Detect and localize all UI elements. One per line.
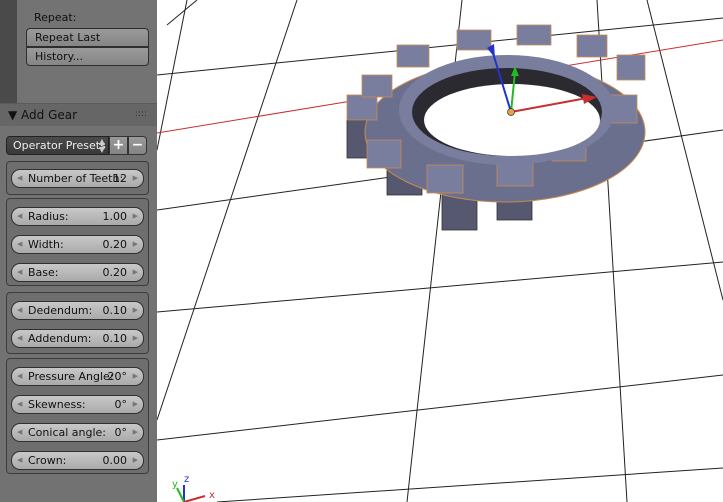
increment-arrow-icon[interactable]: ▶ [133,396,138,413]
field-label: Radius: [28,210,69,223]
crown-field[interactable]: ◀ Crown: 0.00 ▶ [11,451,144,470]
increment-arrow-icon[interactable]: ▶ [133,208,138,225]
field-value: 0° [114,426,128,439]
decrement-arrow-icon[interactable]: ◀ [17,208,22,225]
number-of-teeth-field[interactable]: ◀ Number of Teeth: 12 ▶ [11,169,144,188]
field-label: Addendum: [28,332,92,345]
increment-arrow-icon[interactable]: ▶ [133,302,138,319]
increment-arrow-icon[interactable]: ▶ [133,452,138,469]
field-label: Pressure Angle: [28,370,114,383]
operator-panel: Repeat: Repeat Last History... ▼ Add Gea… [0,0,157,502]
decrement-arrow-icon[interactable]: ◀ [17,330,22,347]
field-value: 0.20 [102,266,128,279]
repeat-label: Repeat: [34,11,77,24]
3d-viewport[interactable]: z y x [157,0,723,502]
increment-arrow-icon[interactable]: ▶ [133,236,138,253]
field-label: Width: [28,238,64,251]
field-value: 0.00 [102,454,128,467]
skewness-field[interactable]: ◀ Skewness: 0° ▶ [11,395,144,414]
base-field[interactable]: ◀ Base: 0.20 ▶ [11,263,144,282]
gear-mesh[interactable] [346,24,646,231]
field-value: 1.00 [102,210,128,223]
addendum-field[interactable]: ◀ Addendum: 0.10 ▶ [11,329,144,348]
repeat-last-button[interactable]: Repeat Last [26,28,149,47]
pressure-angle-field[interactable]: ◀ Pressure Angle: 20° ▶ [11,367,144,386]
decrement-arrow-icon[interactable]: ◀ [17,170,22,187]
decrement-arrow-icon[interactable]: ◀ [17,236,22,253]
field-value: 0.20 [102,238,128,251]
history-button[interactable]: History... [26,47,149,66]
field-value: 20° [107,370,128,383]
operator-presets-dropdown[interactable]: Operator Presets ▲ ▼ [6,136,109,155]
increment-arrow-icon[interactable]: ▶ [133,264,138,281]
decrement-arrow-icon[interactable]: ◀ [17,368,22,385]
decrement-arrow-icon[interactable]: ◀ [17,424,22,441]
field-label: Conical angle: [28,426,107,439]
dedendum-field[interactable]: ◀ Dedendum: 0.10 ▶ [11,301,144,320]
field-value: 0° [114,398,128,411]
field-label: Dedendum: [28,304,93,317]
radius-field[interactable]: ◀ Radius: 1.00 ▶ [11,207,144,226]
remove-preset-button[interactable]: − [128,136,147,155]
updown-icon: ▲ ▼ [98,137,105,154]
toolbar-tabs [0,0,17,103]
y-axis-label: y [172,479,178,490]
field-value: 0.10 [102,304,128,317]
field-label: Number of Teeth: [28,172,124,185]
width-field[interactable]: ◀ Width: 0.20 ▶ [11,235,144,254]
conical-angle-field[interactable]: ◀ Conical angle: 0° ▶ [11,423,144,442]
decrement-arrow-icon[interactable]: ◀ [17,452,22,469]
field-value: 0.10 [102,332,128,345]
increment-arrow-icon[interactable]: ▶ [133,368,138,385]
increment-arrow-icon[interactable]: ▶ [133,170,138,187]
field-value: 12 [113,172,127,185]
decrement-arrow-icon[interactable]: ◀ [17,302,22,319]
field-label: Crown: [28,454,67,467]
increment-arrow-icon[interactable]: ▶ [133,424,138,441]
x-axis-label: x [209,490,215,501]
add-preset-button[interactable]: + [109,136,128,155]
increment-arrow-icon[interactable]: ▶ [133,330,138,347]
z-axis-label: z [184,474,189,485]
decrement-arrow-icon[interactable]: ◀ [17,264,22,281]
decrement-arrow-icon[interactable]: ◀ [17,396,22,413]
add-gear-panel-header[interactable]: ▼ Add Gear :::: [0,103,157,126]
axis-indicator: z y x [172,474,215,502]
panel-title: ▼ Add Gear [8,108,78,122]
field-label: Skewness: [28,398,86,411]
field-label: Base: [28,266,59,279]
drag-handle-icon[interactable]: :::: [135,109,147,119]
